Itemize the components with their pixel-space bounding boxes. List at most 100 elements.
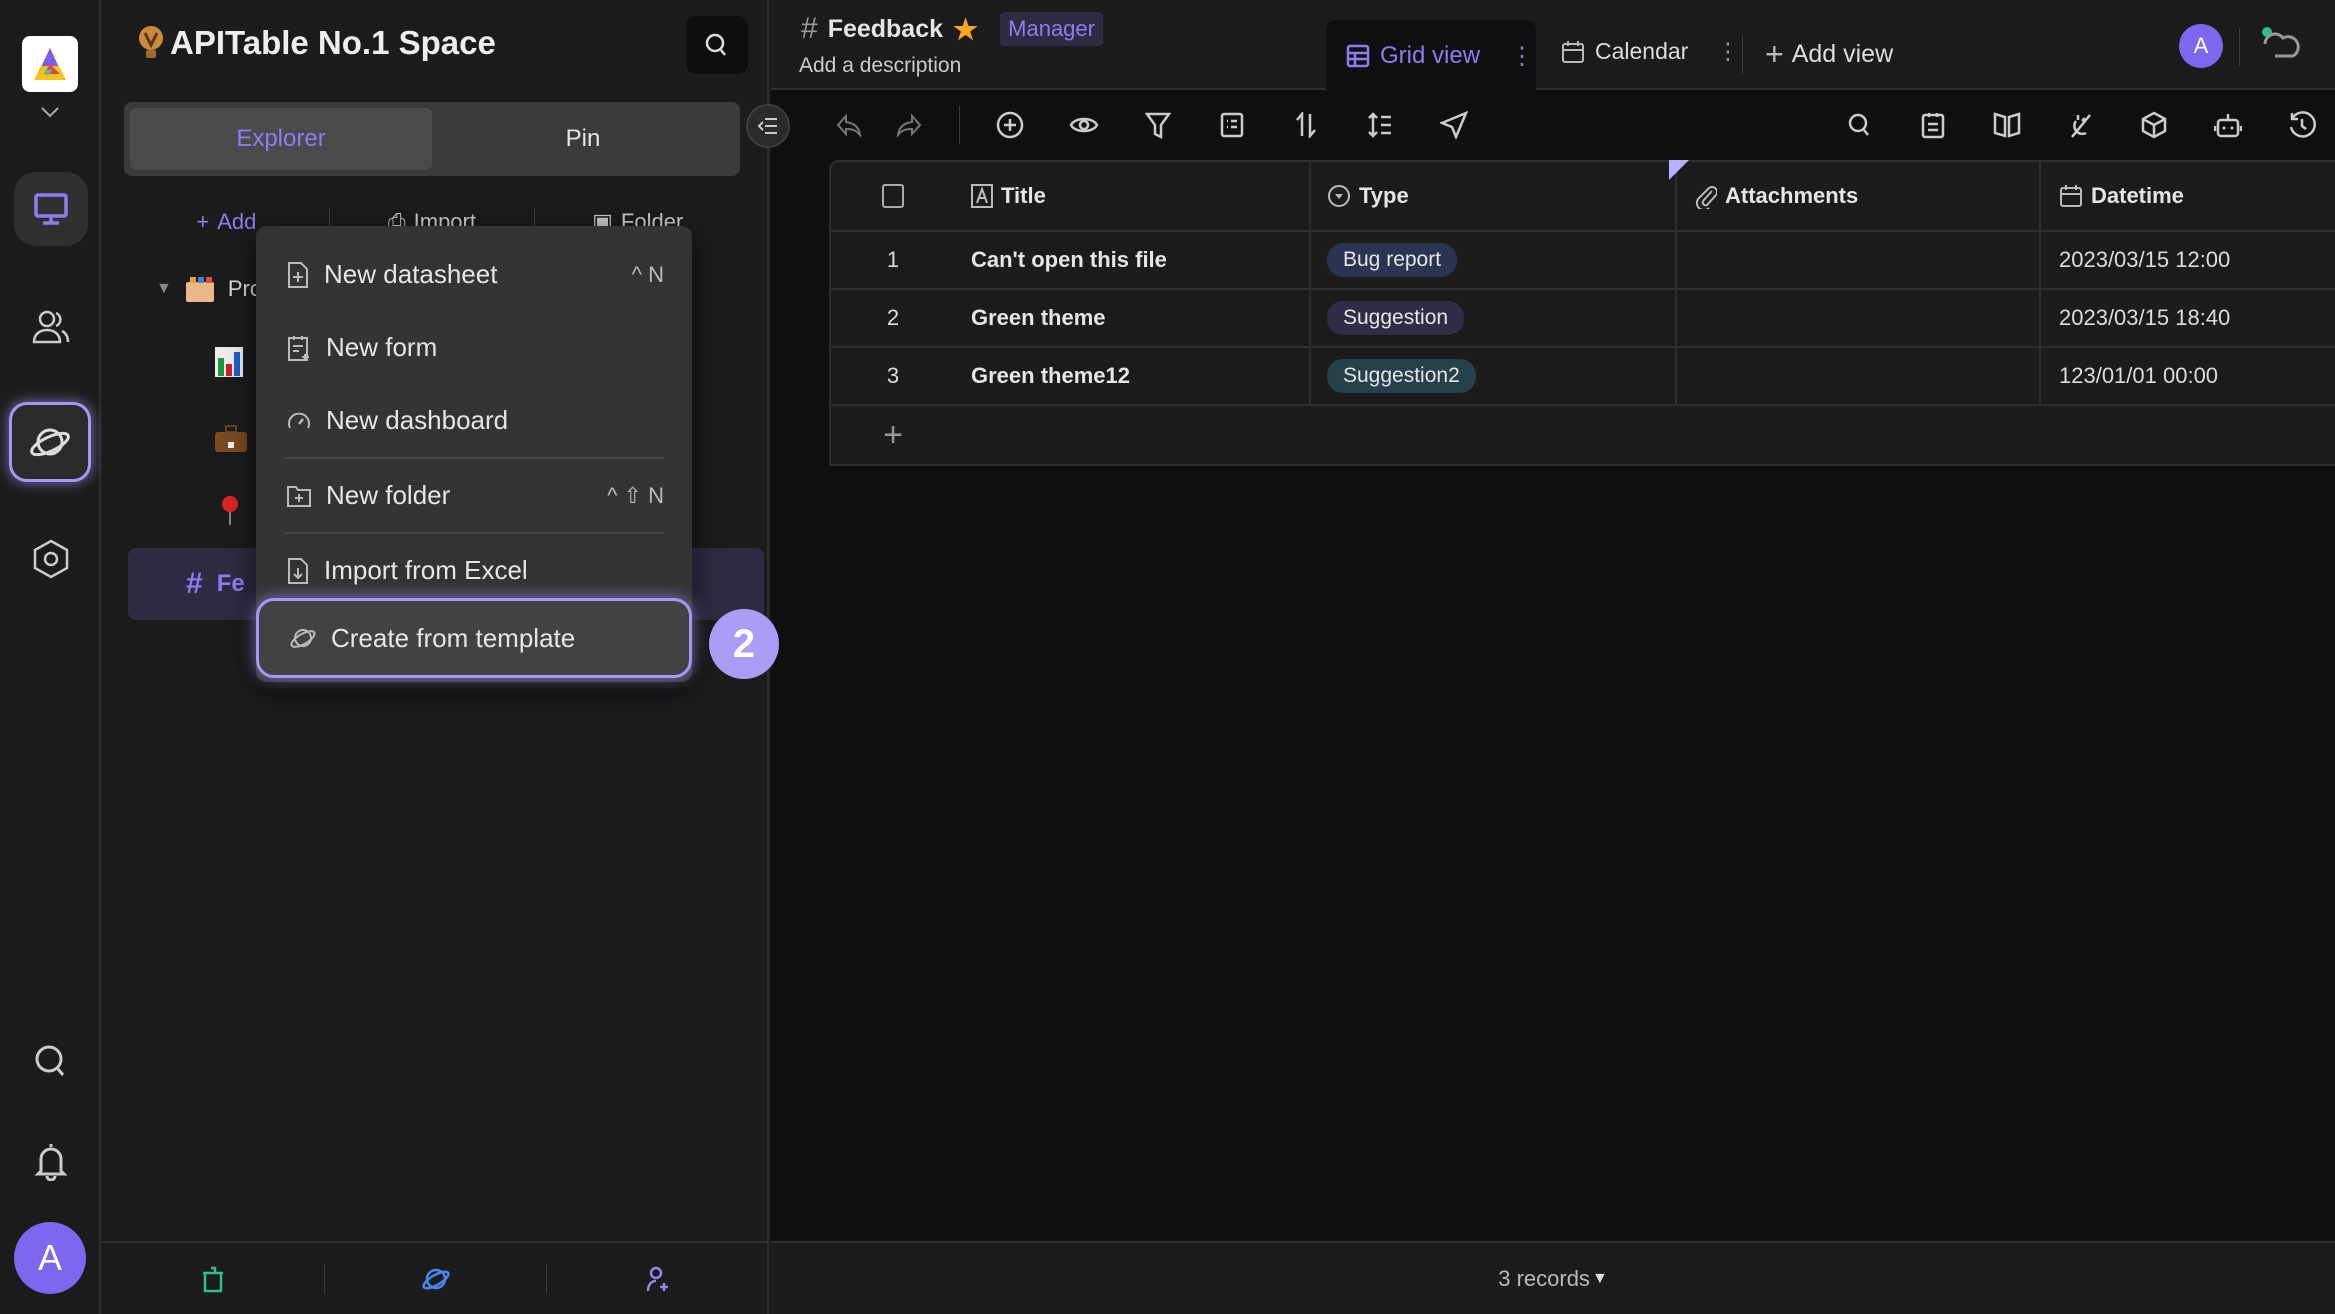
table-row[interactable]: 3 Green theme12 Suggestion2 123/01/01 00… — [831, 348, 2335, 406]
type-tag: Bug report — [1327, 243, 1458, 277]
user-avatar[interactable]: A — [14, 1222, 86, 1294]
description-field[interactable]: Add a description — [799, 54, 961, 78]
group-button[interactable] — [1214, 107, 1250, 143]
collaborator-avatar[interactable]: A — [2179, 24, 2223, 68]
records-grid: Title Type Attachments Datetime 1 Can't … — [829, 160, 2335, 466]
search-icon — [35, 1045, 65, 1076]
datasheet-header: # Feedback ★ Manager Add a description G… — [771, 0, 2335, 92]
view-more-icon[interactable]: ⋮ — [1510, 42, 1534, 71]
history-button[interactable] — [2284, 107, 2320, 143]
share-button[interactable] — [1436, 107, 1472, 143]
templates-button[interactable] — [9, 402, 91, 482]
users-icon — [32, 310, 70, 344]
cell-attachments[interactable] — [1677, 348, 2041, 404]
sort-button[interactable] — [1288, 107, 1324, 143]
divider — [2239, 28, 2240, 66]
row-height-button[interactable] — [1362, 107, 1398, 143]
calendar-icon — [1562, 40, 1584, 63]
column-header-title[interactable]: Title — [955, 162, 1311, 230]
status-bar: 3 records ▼ — [771, 1241, 2335, 1314]
cell-title[interactable]: Green theme12 — [955, 348, 1311, 404]
tab-calendar-view[interactable]: Calendar ⋮ — [1561, 38, 1739, 65]
column-header-attachments[interactable]: Attachments — [1677, 162, 2041, 230]
menu-item-create-from-template[interactable]: Create from template — [256, 598, 692, 678]
type-tag: Suggestion2 — [1327, 359, 1476, 393]
table-row[interactable]: 1 Can't open this file Bug report 2023/0… — [831, 232, 2335, 290]
add-view-button[interactable]: + Add view — [1765, 36, 1893, 73]
cell-attachments[interactable] — [1677, 232, 2041, 288]
menu-item-new-datasheet[interactable]: New datasheet ^ N — [256, 238, 692, 311]
datasheet-title[interactable]: # Feedback ★ Manager — [801, 12, 1103, 46]
tree-dashboard-item[interactable] — [214, 346, 244, 378]
template-center-button[interactable] — [325, 1263, 548, 1294]
select-all-checkbox[interactable] — [831, 184, 955, 208]
dashboard-gauge-icon — [288, 412, 310, 428]
api-button[interactable] — [2063, 107, 2099, 143]
menu-item-new-folder[interactable]: New folder ^ ⇧ N — [256, 459, 692, 532]
add-row-plus-icon[interactable]: + — [831, 416, 955, 455]
cell-type[interactable]: Bug report — [1311, 232, 1677, 288]
menu-item-new-form[interactable]: New form — [256, 311, 692, 384]
cell-title[interactable]: Can't open this file — [955, 232, 1311, 288]
grid-header-row: Title Type Attachments Datetime — [831, 162, 2335, 232]
star-icon[interactable]: ★ — [953, 13, 978, 46]
clipboard-icon — [1921, 113, 1945, 139]
undo-button[interactable] — [831, 107, 867, 143]
filter-button[interactable] — [1140, 107, 1176, 143]
sidebar-search-button[interactable] — [686, 16, 748, 74]
automation-button[interactable] — [2210, 107, 2246, 143]
cell-datetime[interactable]: 2023/03/15 12:00 — [2041, 232, 2335, 288]
plus-circle-icon — [996, 111, 1024, 139]
cell-type[interactable]: Suggestion2 — [1311, 348, 1677, 404]
trash-icon — [202, 1266, 223, 1292]
tab-grid-view[interactable]: Grid view ⋮ — [1326, 20, 1536, 92]
cell-title[interactable]: Green theme — [955, 290, 1311, 346]
cell-datetime[interactable]: 2023/03/15 18:40 — [2041, 290, 2335, 346]
trash-button[interactable] — [102, 1263, 325, 1294]
hide-fields-button[interactable] — [1066, 107, 1102, 143]
import-file-icon — [288, 557, 308, 584]
tab-pin[interactable]: Pin — [432, 108, 734, 170]
add-record-button[interactable] — [992, 107, 1028, 143]
contacts-button[interactable] — [14, 290, 88, 364]
space-title[interactable]: APITable No.1 Space — [136, 24, 496, 62]
menu-item-import-excel[interactable]: Import from Excel — [256, 534, 692, 607]
search-icon — [1848, 113, 1869, 136]
collapse-sidebar-button[interactable] — [746, 104, 790, 148]
form-button[interactable] — [1915, 107, 1951, 143]
column-header-type[interactable]: Type — [1311, 162, 1677, 230]
view-more-icon[interactable]: ⋮ — [1716, 38, 1739, 65]
space-medal-icon — [139, 26, 163, 58]
search-records-button[interactable] — [1842, 107, 1878, 143]
invite-member-button[interactable] — [547, 1264, 769, 1294]
global-search-button[interactable] — [14, 1024, 88, 1098]
space-switch-chevron-icon[interactable] — [34, 100, 66, 124]
app-logo[interactable] — [22, 36, 78, 92]
cell-attachments[interactable] — [1677, 290, 2041, 346]
eye-icon — [1069, 117, 1099, 133]
settings-hexagon-icon — [33, 539, 69, 579]
tab-explorer[interactable]: Explorer — [130, 108, 432, 170]
tree-folder[interactable]: ▼ Pro — [156, 274, 262, 304]
records-count[interactable]: 3 records — [1498, 1266, 1590, 1292]
workbench-button[interactable] — [14, 172, 88, 246]
planet-icon — [421, 1268, 450, 1289]
widgets-button[interactable] — [1989, 107, 2025, 143]
column-header-datetime[interactable]: Datetime — [2041, 162, 2335, 230]
caret-down-icon[interactable]: ▼ — [1592, 1270, 1608, 1288]
integrations-button[interactable] — [2136, 107, 2172, 143]
sync-status[interactable] — [2259, 24, 2309, 64]
add-row[interactable]: + — [831, 406, 2335, 464]
menu-item-new-dashboard[interactable]: New dashboard — [256, 384, 692, 457]
table-row[interactable]: 2 Green theme Suggestion 2023/03/15 18:4… — [831, 290, 2335, 348]
redo-button[interactable] — [891, 107, 927, 143]
cell-datetime[interactable]: 123/01/01 00:00 — [2041, 348, 2335, 404]
notifications-button[interactable] — [14, 1124, 88, 1198]
tree-briefcase-item[interactable] — [214, 424, 248, 454]
settings-button[interactable] — [14, 522, 88, 596]
undo-icon — [836, 113, 862, 137]
cell-type[interactable]: Suggestion — [1311, 290, 1677, 346]
datasheet-hash-icon: # — [186, 567, 203, 600]
tree-pin-item[interactable] — [218, 494, 242, 526]
history-clock-icon — [2289, 111, 2316, 138]
